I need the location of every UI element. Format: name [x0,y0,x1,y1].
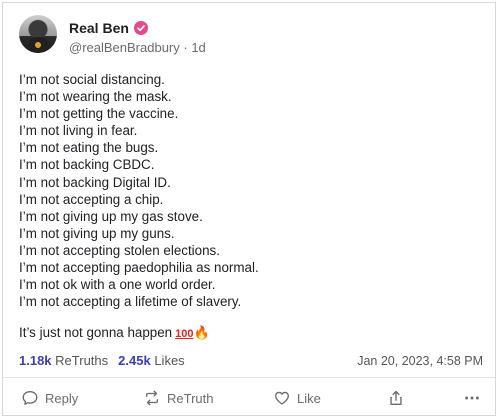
retruths-label: ReTruths [55,353,109,368]
divider [3,377,495,378]
post-line: I’m not ok with a one world order. [19,277,216,293]
post-line: I’m not accepting a chip. [19,191,164,207]
post-line: I’m not backing CBDC. [19,157,155,173]
post-body: I’m not social distancing. I’m not weari… [19,71,479,310]
avatar[interactable] [19,15,57,53]
reply-button[interactable]: Reply [21,384,78,412]
reply-label: Reply [45,390,79,406]
retruths-count: 1.18k [19,353,52,368]
repost-arrows-icon [145,390,159,406]
post-timestamp[interactable]: Jan 20, 2023, 4:58 PM [357,354,483,368]
closing-text: It’s just not gonna happen [19,325,173,340]
post-line: I’m not giving up my guns. [19,225,175,241]
post-age: · 1d [183,40,206,55]
display-name[interactable]: Real Ben [69,20,129,36]
share-upload-icon [390,390,402,405]
handle-row: @realBenBradbury · 1d [69,40,206,55]
like-button[interactable]: Like [273,384,321,412]
verified-badge-icon [133,21,148,35]
post-stats: 1.18k ReTruths 2.45k Likes [19,353,195,368]
post-closing-line: It’s just not gonna happen 100🔥 [19,325,210,341]
retruth-button[interactable]: ReTruth [143,384,213,412]
ellipsis-icon [465,396,479,400]
likes-label: Likes [154,353,185,368]
heart-icon [275,391,289,405]
likes-stat[interactable]: 2.45k Likes [118,353,185,368]
hundred-points-emoji: 100 [175,328,194,340]
post-line: I’m not eating the bugs. [19,140,159,156]
fire-emoji: 🔥 [193,325,210,340]
more-options-button[interactable] [463,384,487,412]
user-handle[interactable]: @realBenBradbury [69,40,180,55]
speech-bubble-icon [22,391,38,405]
post-line: I’m not living in fear. [19,123,138,139]
post-line: I’m not giving up my gas stove. [19,208,203,224]
post-line: I’m not backing Digital ID. [19,174,171,190]
action-bar: Reply ReTruth Like [3,384,495,412]
likes-count: 2.45k [118,353,151,368]
name-row: Real Ben [69,20,148,36]
share-button[interactable] [387,384,411,412]
post-line: I’m not wearing the mask. [19,89,172,105]
post-line: I’m not accepting a lifetime of slavery. [19,294,242,310]
post-line: I’m not accepting stolen elections. [19,242,220,258]
post-line: I’m not getting the vaccine. [19,106,179,122]
avatar-detail [35,42,41,48]
post-line: I’m not social distancing. [19,72,165,87]
retruths-stat[interactable]: 1.18k ReTruths [19,353,108,368]
post-card: Real Ben @realBenBradbury · 1d I’m not s… [2,2,496,416]
post-header: Real Ben @realBenBradbury · 1d [19,15,479,63]
post-line: I’m not accepting paedophilia as normal. [19,260,259,276]
like-label: Like [297,390,321,406]
retruth-label: ReTruth [167,390,214,406]
